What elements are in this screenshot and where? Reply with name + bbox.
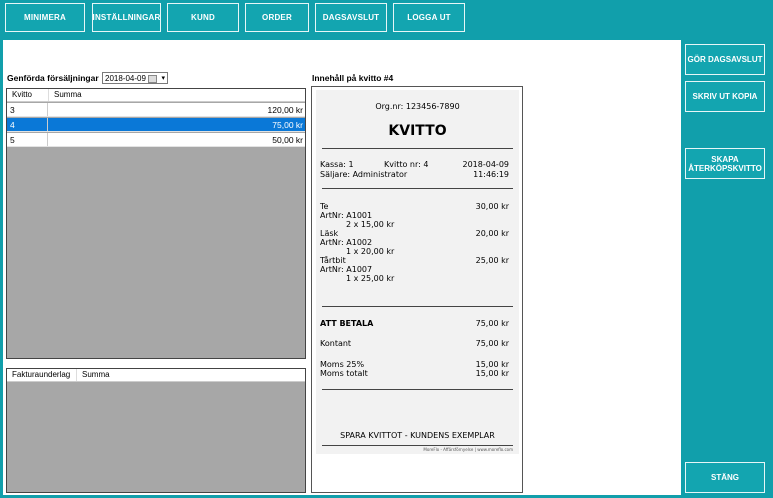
item-artnr: ArtNr: A1002 [320,238,373,247]
cell-summa: 75,00 kr [272,120,303,130]
date-picker[interactable]: 2018-04-09 ▾ [102,72,168,84]
day-close-button[interactable]: DAGSAVSLUT [315,3,387,32]
settings-button[interactable]: INSTÄLLNINGAR [92,3,161,32]
cell-summa: 50,00 kr [272,135,303,145]
sales-label: Genförda försäljningar [7,73,99,83]
item-name: Tårtbit [320,256,346,265]
chevron-down-icon[interactable]: ▾ [161,74,165,82]
receipt-heading: Innehåll på kvitto #4 [312,73,394,83]
vat-total-amount: 15,00 kr [475,369,509,378]
divider [322,188,513,189]
sales-table-header: Kvitto Summa [7,89,305,102]
divider [322,389,513,390]
date-value: 2018-04-09 [105,73,146,83]
item-qty: 1 x 25,00 kr [346,274,395,283]
column-header-summa[interactable]: Summa [49,89,305,101]
sales-table[interactable]: Kvitto Summa 3 120,00 kr 4 75,00 kr 5 50… [6,88,306,359]
receipt-frame: Org.nr: 123456-7890 KVITTO Kassa: 1 Kvit… [311,86,523,493]
column-header-kvitto[interactable]: Kvitto [7,89,49,101]
vat25-label: Moms 25% [320,360,365,369]
cell-kvitto: 3 [7,103,48,116]
invoice-table[interactable]: Fakturaunderlag Summa [6,368,306,493]
receipt-number: Kvitto nr: 4 [384,160,429,169]
item-name: Läsk [320,229,339,238]
table-row-selected[interactable]: 4 75,00 kr [7,118,305,132]
cell-summa: 120,00 kr [267,105,303,115]
minimize-button[interactable]: MINIMERA [5,3,85,32]
do-day-close-button[interactable]: GÖR DAGSAVSLUT [685,44,765,75]
cash-label: Kontant [320,339,352,348]
create-return-receipt-button[interactable]: SKAPA ÅTERKÖPSKVITTO [685,148,765,179]
item-qty: 2 x 15,00 kr [346,220,395,229]
to-pay-label: ATT BETALA [320,319,374,328]
divider [322,306,513,307]
logout-button[interactable]: LOGGA UT [393,3,465,32]
item-qty: 1 x 20,00 kr [346,247,395,256]
customer-button[interactable]: KUND [167,3,239,32]
item-total: 25,00 kr [475,256,509,265]
vat-total-label: Moms totalt [320,369,368,378]
item-artnr: ArtNr: A1007 [320,265,373,274]
receipt: Org.nr: 123456-7890 KVITTO Kassa: 1 Kvit… [316,90,519,454]
receipt-footer: SPARA KVITTOT - KUNDENS EXEMPLAR [340,431,495,440]
order-button[interactable]: ORDER [245,3,309,32]
receipt-small-print: MoreFlo - Affärsförnyelse | www.moreflo.… [423,447,513,452]
receipt-date: 2018-04-09 [462,160,510,169]
calendar-icon[interactable] [148,75,157,83]
item-total: 20,00 kr [475,229,509,238]
cell-kvitto: 4 [7,118,48,131]
column-header-fakturaunderlag[interactable]: Fakturaunderlag [7,369,77,381]
invoice-table-header: Fakturaunderlag Summa [7,369,305,382]
receipt-title: KVITTO [388,123,447,139]
receipt-org-number: Org.nr: 123456-7890 [375,102,460,111]
cash-amount: 75,00 kr [475,339,509,348]
close-button[interactable]: STÄNG [685,462,765,493]
receipt-time: 11:46:19 [473,170,509,179]
divider [322,148,513,149]
table-row[interactable]: 3 120,00 kr [7,103,305,117]
receipt-register: Kassa: 1 [320,160,354,169]
cell-kvitto: 5 [7,133,48,146]
item-artnr: ArtNr: A1001 [320,211,373,220]
divider [322,445,513,446]
receipt-seller: Säljare: Administrator [320,170,408,179]
to-pay-amount: 75,00 kr [475,319,509,328]
vat25-amount: 15,00 kr [475,360,509,369]
print-copy-button[interactable]: SKRIV UT KOPIA [685,81,765,112]
column-header-summa[interactable]: Summa [77,369,305,381]
item-total: 30,00 kr [475,202,509,211]
table-row[interactable]: 5 50,00 kr [7,133,305,147]
item-name: Te [320,202,329,211]
